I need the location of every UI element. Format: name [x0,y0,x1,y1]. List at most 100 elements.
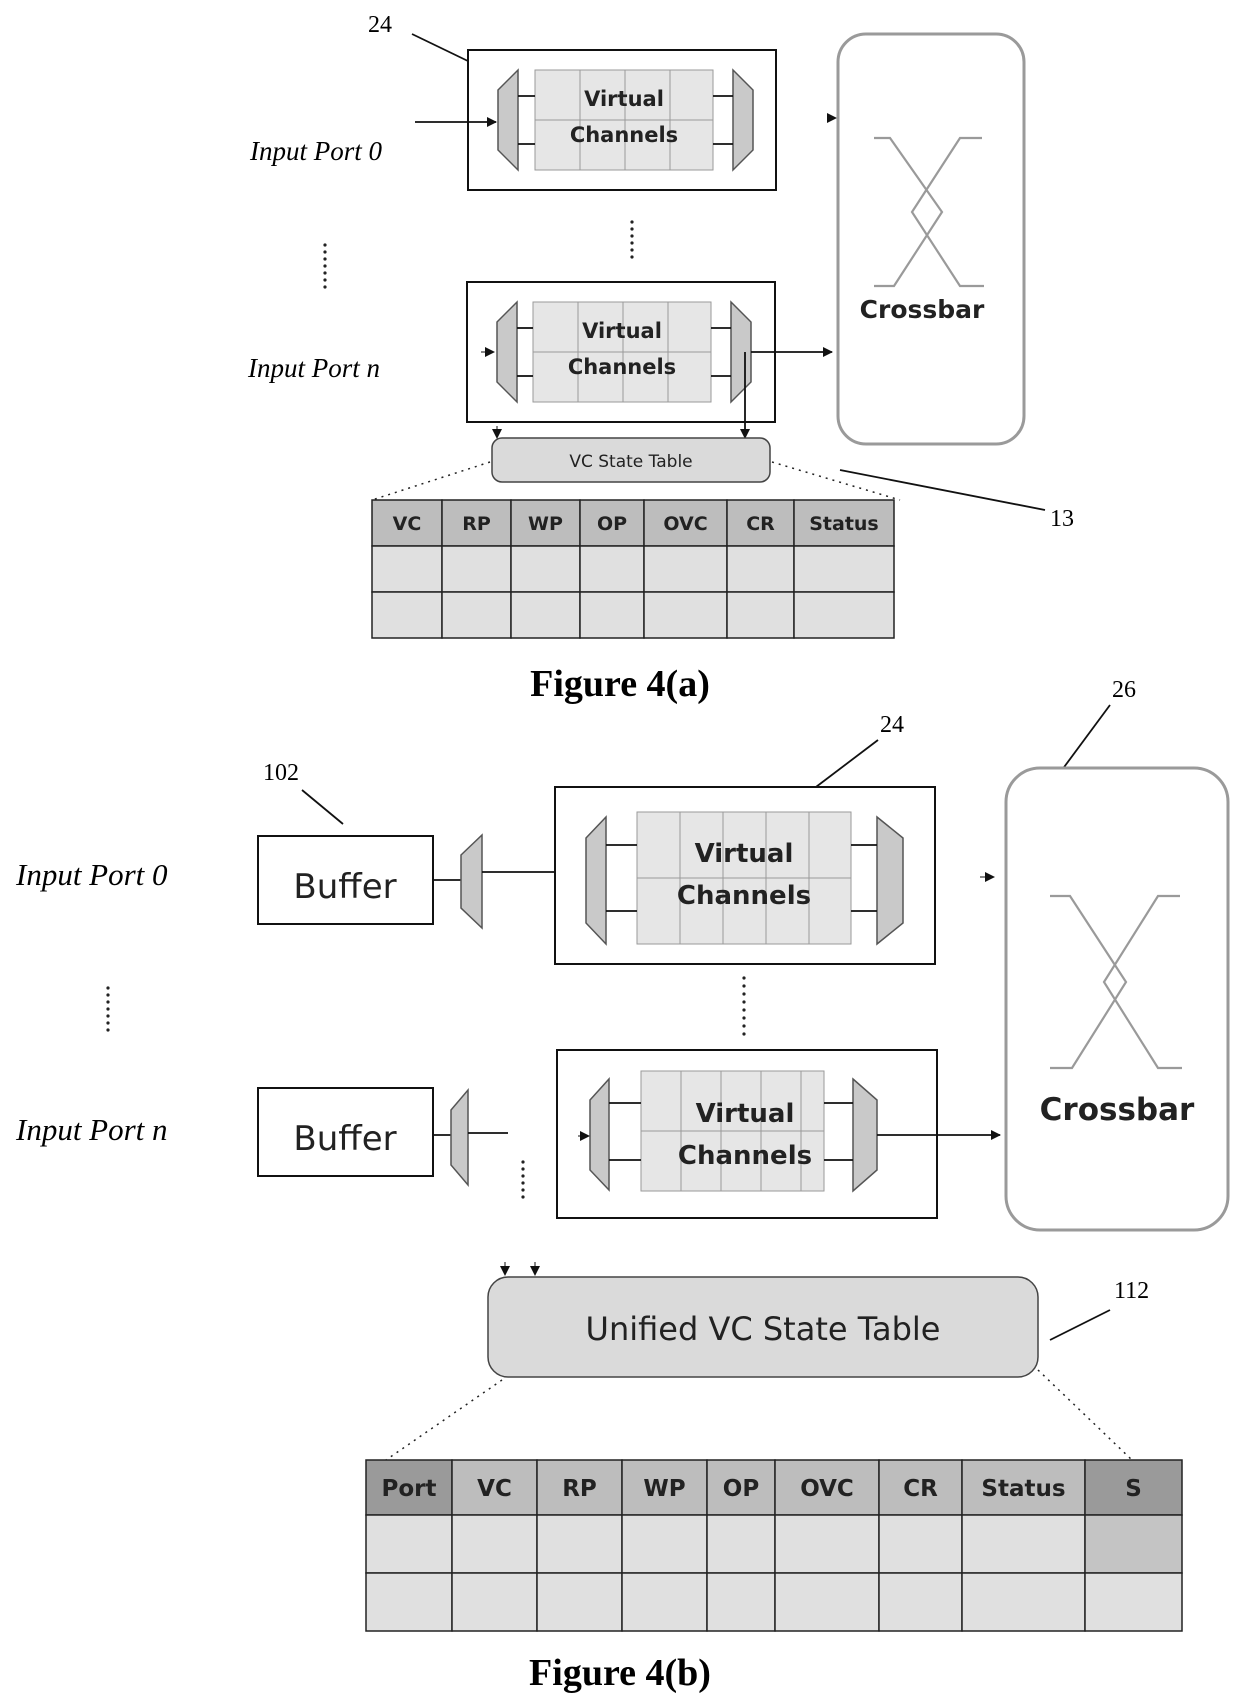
table-cell [878,1514,963,1574]
figure-4b: 102 24 26 Input Port 0 Buffer Virtual Ch… [15,677,1230,1694]
leader-line-112 [1049,1309,1111,1341]
vc-block-port0: Virtual Channels [467,49,777,191]
crossbar-a: Crossbar [836,32,1026,446]
table-cell [1084,1572,1183,1632]
table-header-ovc: OVC [800,1476,854,1502]
ellipsis-vertical [106,986,110,1032]
table-cell [1084,1514,1183,1574]
unified-vc-state-table-label: Unified VC State Table [586,1310,941,1348]
table-cell [774,1514,880,1574]
table-header-port: Port [382,1476,437,1502]
table-cell [510,545,581,593]
buffer-label: Buffer [293,867,396,907]
vc-block-portn: Virtual Channels [466,281,776,423]
crossbar-label: Crossbar [860,295,985,324]
vc-label-line2: Channels [568,355,676,379]
vc-state-table-a: VC RP WP OP OVC CR Status [371,499,895,639]
vc-label-line1: Virtual [695,839,794,869]
table-cell [579,545,645,593]
table-header-vc: VC [477,1476,512,1502]
table-cell [441,545,512,593]
input-port-n-label: Input Port n [247,353,380,383]
table-cell [371,545,443,593]
table-header-rp: RP [562,1476,597,1502]
leader-line-24 [411,33,471,63]
figure-4a-caption: Figure 4(a) [530,663,710,705]
table-cell [365,1514,453,1574]
vc-label-line2: Channels [678,1141,812,1171]
ellipsis-vertical [630,220,634,259]
input-port-0-label: Input Port 0 [15,857,168,892]
table-cell [961,1514,1086,1574]
crossbar-frame [836,32,1026,446]
table-header-op: OP [723,1476,759,1502]
table-cell [371,591,443,639]
ref-label-26: 26 [1112,677,1136,703]
vc-label-line2: Channels [677,881,811,911]
table-cell [793,545,895,593]
ref-label-24: 24 [368,12,392,38]
vc-label-line2: Channels [570,123,678,147]
dotted-connector [771,461,901,501]
ellipsis-vertical [521,1160,525,1199]
crossbar-label: Crossbar [1040,1092,1195,1128]
table-header-s: S [1125,1476,1142,1502]
table-cell [643,591,728,639]
table-cell [726,545,795,593]
table-cell [536,1514,623,1574]
table-header-status: Status [809,513,879,535]
figure-4b-caption: Figure 4(b) [529,1652,711,1694]
unified-vc-state-table: Port VC RP WP OP OVC CR Status S [365,1459,1183,1632]
mux-icon [460,833,483,930]
table-cell [451,1514,538,1574]
vc-label-line1: Virtual [584,87,664,111]
mux-icon [450,1087,469,1188]
table-header-op: OP [597,513,627,535]
crossbar-b: Crossbar [1004,766,1230,1232]
input-port-n-label: Input Port n [15,1112,168,1147]
dotted-connector [1037,1369,1133,1461]
ref-label-13: 13 [1050,506,1074,532]
output-mux-icon [876,815,904,946]
table-cell [961,1572,1086,1632]
table-header-wp: WP [643,1476,685,1502]
ellipsis-vertical [323,243,327,289]
table-cell [579,591,645,639]
table-cell [774,1572,880,1632]
table-cell [365,1572,453,1632]
leader-line-24b [811,739,879,791]
ref-label-112: 112 [1114,1278,1149,1304]
table-cell [726,591,795,639]
vc-block-port0-b: Virtual Channels [554,786,936,965]
table-header-vc: VC [393,513,422,535]
input-port-0-label: Input Port 0 [249,136,382,166]
table-cell [536,1572,623,1632]
table-cell [643,545,728,593]
input-demux-icon [585,815,607,946]
ref-label-102: 102 [263,760,299,786]
table-header-cr: CR [903,1476,938,1502]
table-header-ovc: OVC [663,513,707,535]
figure-4a: 24 Virtual Channels Input Port 0 Virtual… [247,12,1074,705]
table-cell [793,591,895,639]
vc-label-line1: Virtual [696,1099,795,1129]
leader-line-102 [301,789,344,825]
crossbar-frame [1004,766,1230,1232]
ref-label-24b: 24 [880,712,904,738]
table-header-status: Status [981,1476,1065,1502]
dotted-connector [371,461,491,501]
table-cell [441,591,512,639]
table-cell [510,591,581,639]
table-header-rp: RP [462,513,491,535]
table-cell [706,1514,776,1574]
ellipsis-vertical [742,976,746,1036]
table-header-cr: CR [746,513,775,535]
table-cell [706,1572,776,1632]
table-cell [621,1514,708,1574]
vc-label-line1: Virtual [582,319,662,343]
vc-state-table-label: VC State Table [569,452,692,472]
table-cell [451,1572,538,1632]
table-cell [878,1572,963,1632]
buffer-label: Buffer [293,1119,396,1159]
table-header-wp: WP [528,513,563,535]
